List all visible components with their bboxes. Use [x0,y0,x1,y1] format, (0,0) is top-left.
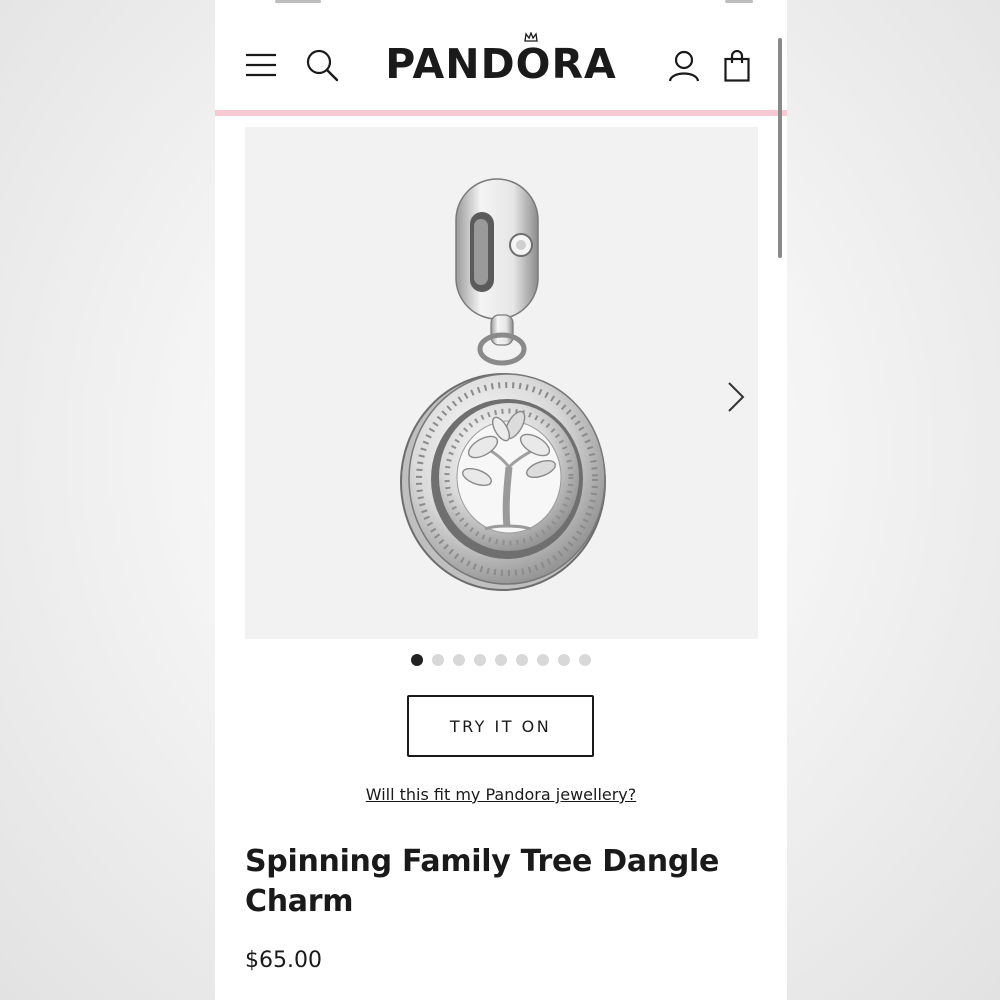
bag-icon[interactable] [724,50,750,82]
pagination-dot[interactable] [558,654,570,666]
site-header: PANDORA [215,0,787,112]
scrollbar[interactable] [778,38,782,258]
account-icon[interactable] [668,50,700,82]
pagination-dot[interactable] [579,654,591,666]
crown-icon [524,32,538,42]
pagination-dot[interactable] [474,654,486,666]
pagination-dot[interactable] [432,654,444,666]
pagination-dot[interactable] [516,654,528,666]
chevron-right-icon[interactable] [721,379,751,415]
gallery-pagination [215,654,787,666]
fit-check-link[interactable]: Will this fit my Pandora jewellery? [215,785,787,804]
pagination-dot[interactable] [495,654,507,666]
brand-logo[interactable]: PANDORA [381,38,621,90]
product-title: Spinning Family Tree Dangle Charm [245,844,720,919]
accent-divider [215,110,787,116]
try-it-on-button[interactable]: TRY IT ON [407,695,594,757]
pagination-dot[interactable] [411,654,423,666]
product-price: $65.00 [245,948,322,973]
product-image-gallery[interactable] [245,127,758,639]
search-icon[interactable] [305,48,339,82]
charm-image [400,178,606,591]
menu-icon[interactable] [245,52,277,78]
pagination-dot[interactable] [537,654,549,666]
mobile-page: PANDORA TRY IT ON Will this fit my Pando… [215,0,787,1000]
pagination-dot[interactable] [453,654,465,666]
